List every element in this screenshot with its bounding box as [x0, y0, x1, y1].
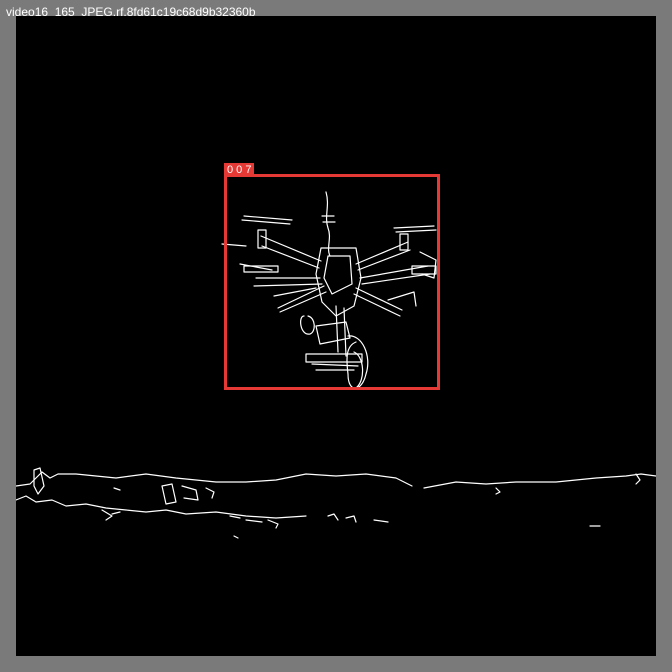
detection-label: 0 0 7 [224, 163, 255, 177]
terrain-edges [16, 467, 656, 539]
detection-bounding-box[interactable]: 0 0 7 [224, 163, 440, 390]
image-viewport[interactable]: 0 0 7 [16, 16, 656, 656]
